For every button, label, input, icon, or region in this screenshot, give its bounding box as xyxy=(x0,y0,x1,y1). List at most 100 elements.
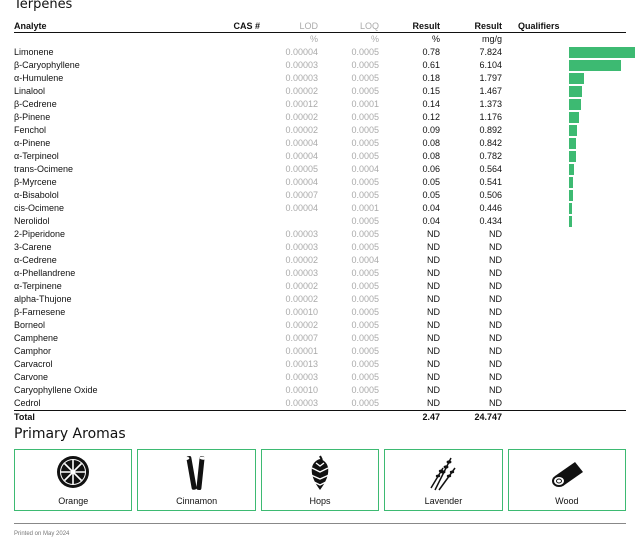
header-qualifiers: Qualifiers xyxy=(518,21,560,31)
result-mgg: 0.446 xyxy=(479,203,502,213)
loq-value: 0.0001 xyxy=(351,99,379,109)
lod-value: 0.00003 xyxy=(285,73,318,83)
loq-value: 0.0005 xyxy=(351,229,379,239)
result-mgg: 0.434 xyxy=(479,216,502,226)
aroma-card-orange: Orange xyxy=(14,449,133,511)
result-mgg: ND xyxy=(489,333,502,343)
loq-value: 0.0005 xyxy=(351,359,379,369)
lod-value: 0.00004 xyxy=(285,177,318,187)
qualifier-bar xyxy=(569,47,635,58)
table-row: β-Caryophyllene 0.00003 0.0005 0.61 6.104 xyxy=(14,59,626,72)
result-pct: ND xyxy=(427,255,440,265)
loq-value: 0.0005 xyxy=(351,151,379,161)
result-mgg: ND xyxy=(489,281,502,291)
lod-value: 0.00002 xyxy=(285,86,318,96)
result-mgg: 6.104 xyxy=(479,60,502,70)
header-loq: LOQ xyxy=(359,21,379,31)
cinnamon-sticks-icon xyxy=(183,456,206,491)
loq-value: 0.0005 xyxy=(351,398,379,408)
qualifier-bar xyxy=(569,112,579,123)
header-result-pct: Result xyxy=(412,21,440,31)
qualifier-bar xyxy=(569,73,584,84)
qualifier-bar xyxy=(569,203,572,214)
qualifier-bar xyxy=(569,177,573,188)
aroma-label: Lavender xyxy=(424,496,463,506)
result-pct: 0.18 xyxy=(422,73,440,83)
table-row: Camphor 0.00001 0.0005 ND ND xyxy=(14,345,626,358)
lod-value: 0.00002 xyxy=(285,255,318,265)
table-row: Fenchol 0.00002 0.0005 0.09 0.892 xyxy=(14,124,626,137)
analyte-name: Cedrol xyxy=(14,398,41,408)
analyte-name: alpha-Thujone xyxy=(14,294,72,304)
unit-result-pct: % xyxy=(431,34,440,44)
result-pct: 0.05 xyxy=(422,190,440,200)
result-pct: ND xyxy=(427,242,440,252)
analyte-name: β-Farnesene xyxy=(14,307,66,317)
result-pct: 0.09 xyxy=(422,125,440,135)
table-row: 2-Piperidone 0.00003 0.0005 ND ND xyxy=(14,228,626,241)
result-pct: ND xyxy=(427,346,440,356)
lod-value: 0.00010 xyxy=(285,385,318,395)
result-mgg: 0.842 xyxy=(479,138,502,148)
analyte-name: α-Bisabolol xyxy=(14,190,59,200)
qualifier-bar xyxy=(569,216,572,227)
lod-value: 0.00013 xyxy=(285,359,318,369)
aroma-label: Wood xyxy=(555,496,579,506)
table-row: Nerolidol 0.0005 0.04 0.434 xyxy=(14,215,626,228)
aroma-label: Orange xyxy=(58,496,89,506)
units-row: % % % mg/g xyxy=(14,33,626,46)
total-pct: 2.47 xyxy=(422,412,440,422)
result-mgg: 1.797 xyxy=(479,73,502,83)
analyte-name: Carvone xyxy=(14,372,49,382)
lod-value: 0.00004 xyxy=(285,47,318,57)
table-row: α-Humulene 0.00003 0.0005 0.18 1.797 xyxy=(14,72,626,85)
total-label: Total xyxy=(14,412,35,422)
result-pct: 0.78 xyxy=(422,47,440,57)
result-pct: 0.04 xyxy=(422,203,440,213)
result-mgg: ND xyxy=(489,346,502,356)
analyte-name: Carvacrol xyxy=(14,359,53,369)
table-row: β-Myrcene 0.00004 0.0005 0.05 0.541 xyxy=(14,176,626,189)
analyte-name: β-Myrcene xyxy=(14,177,57,187)
result-mgg: 1.176 xyxy=(479,112,502,122)
analyte-name: α-Phellandrene xyxy=(14,268,76,278)
result-pct: ND xyxy=(427,281,440,291)
analyte-name: α-Terpineol xyxy=(14,151,59,161)
analyte-name: α-Terpinene xyxy=(14,281,62,291)
result-mgg: ND xyxy=(489,242,502,252)
analyte-name: β-Cedrene xyxy=(14,99,57,109)
table-row: Caryophyllene Oxide 0.00010 0.0005 ND ND xyxy=(14,384,626,397)
lod-value: 0.00003 xyxy=(285,372,318,382)
result-pct: ND xyxy=(427,294,440,304)
result-mgg: ND xyxy=(489,385,502,395)
qualifier-bar xyxy=(569,60,621,71)
header-result-mgg: Result xyxy=(474,21,502,31)
header-lod: LOD xyxy=(299,21,318,31)
unit-loq: % xyxy=(370,34,379,44)
analyte-name: Fenchol xyxy=(14,125,47,135)
page-divider xyxy=(14,523,626,524)
aroma-label: Cinnamon xyxy=(176,496,218,506)
table-row: α-Pinene 0.00004 0.0005 0.08 0.842 xyxy=(14,137,626,150)
lod-value: 0.00004 xyxy=(285,203,318,213)
result-pct: 0.12 xyxy=(422,112,440,122)
table-row: cis-Ocimene 0.00004 0.0001 0.04 0.446 xyxy=(14,202,626,215)
aroma-card-wood: Wood xyxy=(507,449,627,511)
analyte-name: trans-Ocimene xyxy=(14,164,74,174)
loq-value: 0.0001 xyxy=(351,203,379,213)
result-pct: ND xyxy=(427,385,440,395)
lod-value: 0.00003 xyxy=(285,60,318,70)
result-pct: ND xyxy=(427,359,440,369)
analyte-name: Camphor xyxy=(14,346,52,356)
table-row: α-Phellandrene 0.00003 0.0005 ND ND xyxy=(14,267,626,280)
analyte-name: 2-Piperidone xyxy=(14,229,66,239)
lod-value: 0.00004 xyxy=(285,138,318,148)
analyte-name: Caryophyllene Oxide xyxy=(14,385,98,395)
aroma-list: Orange Cinnamon Hops Lavender Wood xyxy=(14,449,627,511)
table-row: α-Cedrene 0.00002 0.0004 ND ND xyxy=(14,254,626,267)
result-mgg: 1.467 xyxy=(479,86,502,96)
table-row: Camphene 0.00007 0.0005 ND ND xyxy=(14,332,626,345)
header-cas: CAS # xyxy=(233,21,260,31)
result-pct: 0.08 xyxy=(422,151,440,161)
lod-value: 0.00005 xyxy=(285,164,318,174)
